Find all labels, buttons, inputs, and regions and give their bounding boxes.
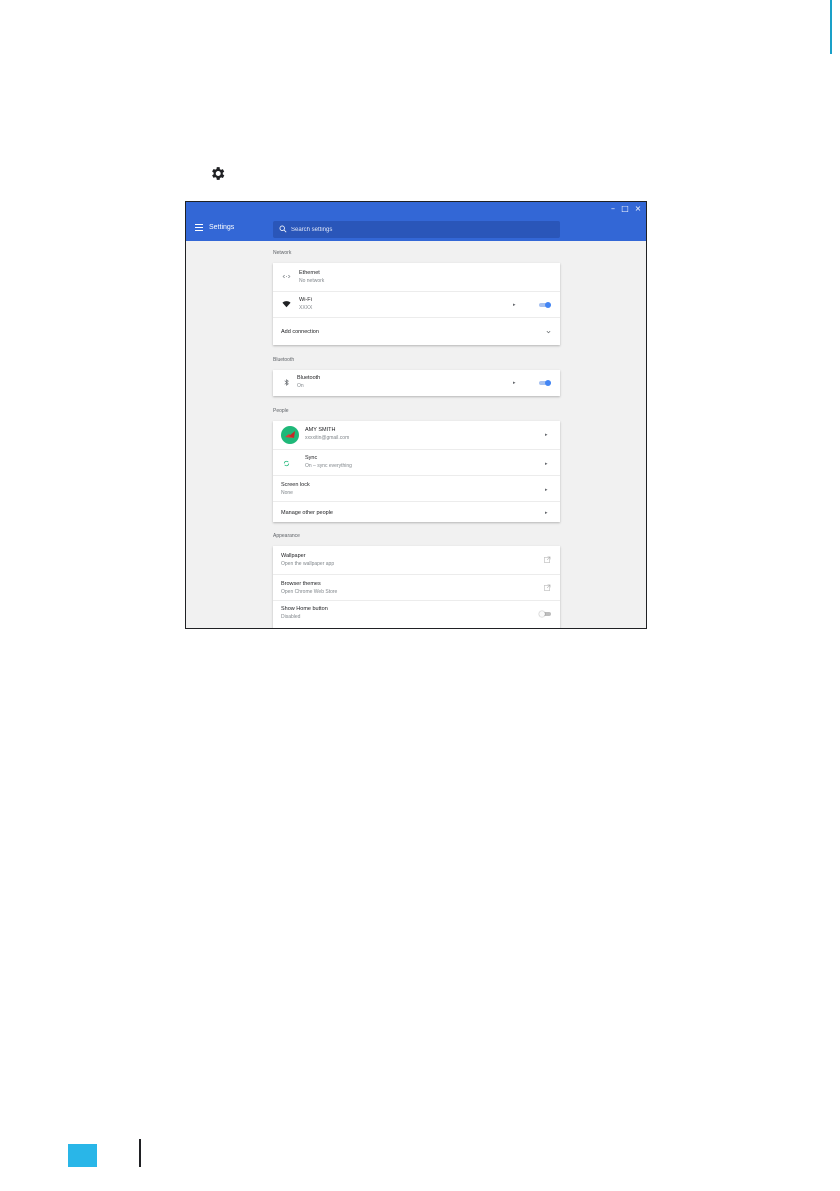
gear-icon	[212, 167, 225, 180]
screen-lock-row[interactable]: Screen lock None ▸	[273, 475, 560, 501]
browser-themes-sub: Open Chrome Web Store	[281, 589, 338, 595]
external-link-icon[interactable]	[544, 584, 551, 591]
appearance-card: Wallpaper Open the wallpaper app Browser…	[273, 546, 560, 628]
bluetooth-arrow-icon[interactable]: ▸	[513, 380, 518, 386]
maximize-icon[interactable]: □	[620, 204, 630, 214]
account-name: AMY SMITH	[305, 427, 336, 433]
people-card: AMY SMITH xxxxitin@gmail.com ▸ Sync On –…	[273, 421, 560, 522]
manage-people-label: Manage other people	[281, 510, 333, 516]
browser-themes-row[interactable]: Browser themes Open Chrome Web Store	[273, 574, 560, 600]
manage-people-arrow-icon[interactable]: ▸	[545, 510, 550, 516]
ethernet-status: No network	[299, 278, 325, 284]
section-title-people: People	[273, 408, 289, 414]
section-title-appearance: Appearance	[273, 533, 300, 539]
screen-lock-label: Screen lock	[281, 482, 310, 488]
minimize-icon[interactable]: –	[608, 204, 618, 214]
settings-header: Settings	[186, 216, 646, 241]
home-button-label: Show Home button	[281, 606, 328, 612]
account-arrow-icon[interactable]: ▸	[545, 432, 550, 438]
bluetooth-toggle[interactable]	[539, 380, 551, 386]
sync-label: Sync	[305, 455, 318, 461]
ethernet-row[interactable]: Ethernet No network	[273, 263, 560, 291]
app-title: Settings	[209, 224, 235, 231]
chevron-down-icon[interactable]	[546, 329, 551, 335]
ethernet-label: Ethernet	[299, 270, 320, 276]
wifi-network-name: XXXX	[299, 305, 313, 311]
hamburger-icon[interactable]	[195, 224, 203, 231]
wifi-toggle[interactable]	[539, 302, 551, 308]
search-box[interactable]	[273, 221, 560, 238]
section-title-network: Network	[273, 250, 292, 256]
add-connection-row[interactable]: Add connection	[273, 317, 560, 345]
window-titlebar: – □ ×	[186, 202, 646, 216]
sync-row[interactable]: Sync On – sync everything ▸	[273, 449, 560, 475]
browser-themes-label: Browser themes	[281, 581, 321, 587]
external-link-icon[interactable]	[544, 556, 551, 563]
bluetooth-label: Bluetooth	[297, 375, 321, 381]
close-icon[interactable]: ×	[633, 204, 643, 214]
wallpaper-label: Wallpaper	[281, 553, 306, 559]
home-button-toggle[interactable]	[539, 611, 551, 617]
add-connection-label: Add connection	[281, 329, 319, 335]
ethernet-icon	[282, 274, 291, 279]
sync-arrow-icon[interactable]: ▸	[545, 461, 550, 467]
avatar	[281, 426, 299, 444]
bluetooth-icon	[284, 379, 289, 386]
wifi-row[interactable]: Wi-Fi XXXX ▸	[273, 291, 560, 317]
wifi-icon	[282, 301, 291, 308]
bluetooth-row[interactable]: Bluetooth On ▸	[273, 370, 560, 396]
screen-lock-arrow-icon[interactable]: ▸	[545, 487, 550, 493]
wallpaper-sub: Open the wallpaper app	[281, 561, 335, 567]
manage-people-row[interactable]: Manage other people ▸	[273, 501, 560, 522]
search-icon	[279, 225, 287, 233]
wallpaper-row[interactable]: Wallpaper Open the wallpaper app	[273, 546, 560, 574]
bluetooth-status: On	[297, 383, 304, 389]
home-button-status: Disabled	[281, 614, 301, 620]
screen-lock-status: None	[281, 490, 293, 496]
account-row[interactable]: AMY SMITH xxxxitin@gmail.com ▸	[273, 421, 560, 449]
wifi-arrow-icon[interactable]: ▸	[513, 302, 518, 308]
wifi-label: Wi-Fi	[299, 297, 312, 303]
bluetooth-card: Bluetooth On ▸	[273, 370, 560, 396]
home-button-row[interactable]: Show Home button Disabled	[273, 600, 560, 628]
footer-color-block	[68, 1144, 97, 1167]
sync-status: On – sync everything	[305, 463, 352, 469]
footer-divider	[139, 1139, 141, 1167]
search-input[interactable]	[291, 223, 551, 236]
section-title-bluetooth: Bluetooth	[273, 357, 295, 363]
sync-icon	[283, 460, 290, 467]
page-edge-marker	[830, 0, 832, 54]
account-email: xxxxitin@gmail.com	[305, 435, 350, 441]
settings-window: – □ × Settings Network Ethernet No netwo…	[185, 201, 647, 629]
network-card: Ethernet No network Wi-Fi XXXX ▸ Add con…	[273, 263, 560, 345]
